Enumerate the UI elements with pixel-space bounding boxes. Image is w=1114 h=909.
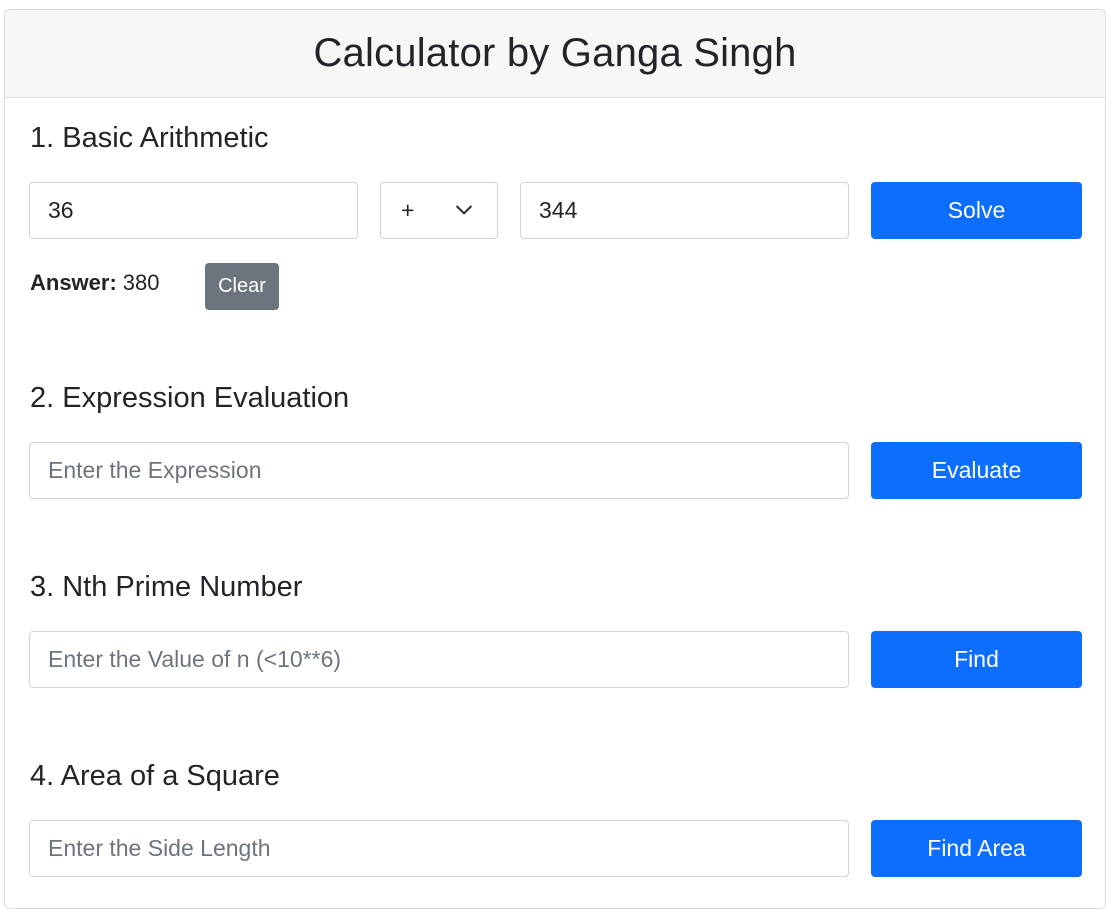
page-title: Calculator by Ganga Singh [313,31,797,75]
nth-prime-title: 3. Nth Prime Number [30,571,303,603]
solve-button[interactable]: Solve [871,182,1082,239]
prime-n-input[interactable] [29,631,849,688]
clear-button[interactable]: Clear [205,263,279,310]
evaluate-button[interactable]: Evaluate [871,442,1082,499]
side-length-input[interactable] [29,820,849,877]
find-prime-button[interactable]: Find [871,631,1082,688]
answer-label: Answer: [30,270,117,295]
answer-value: 380 [122,270,160,295]
operator-select[interactable]: + [380,182,498,239]
answer-display: Answer: 380 [30,270,160,296]
chevron-down-icon [456,205,472,215]
find-area-button[interactable]: Find Area [871,820,1082,877]
card-header: Calculator by Ganga Singh [5,10,1105,98]
expression-evaluation-title: 2. Expression Evaluation [30,382,350,414]
basic-arithmetic-title: 1. Basic Arithmetic [30,122,269,154]
calculator-card: Calculator by Ganga Singh 1. Basic Arith… [4,9,1106,909]
operand2-input[interactable] [520,182,849,239]
area-square-title: 4. Area of a Square [30,760,280,792]
operator-select-value: + [401,197,415,223]
expression-input[interactable] [29,442,849,499]
operand1-input[interactable] [29,182,358,239]
